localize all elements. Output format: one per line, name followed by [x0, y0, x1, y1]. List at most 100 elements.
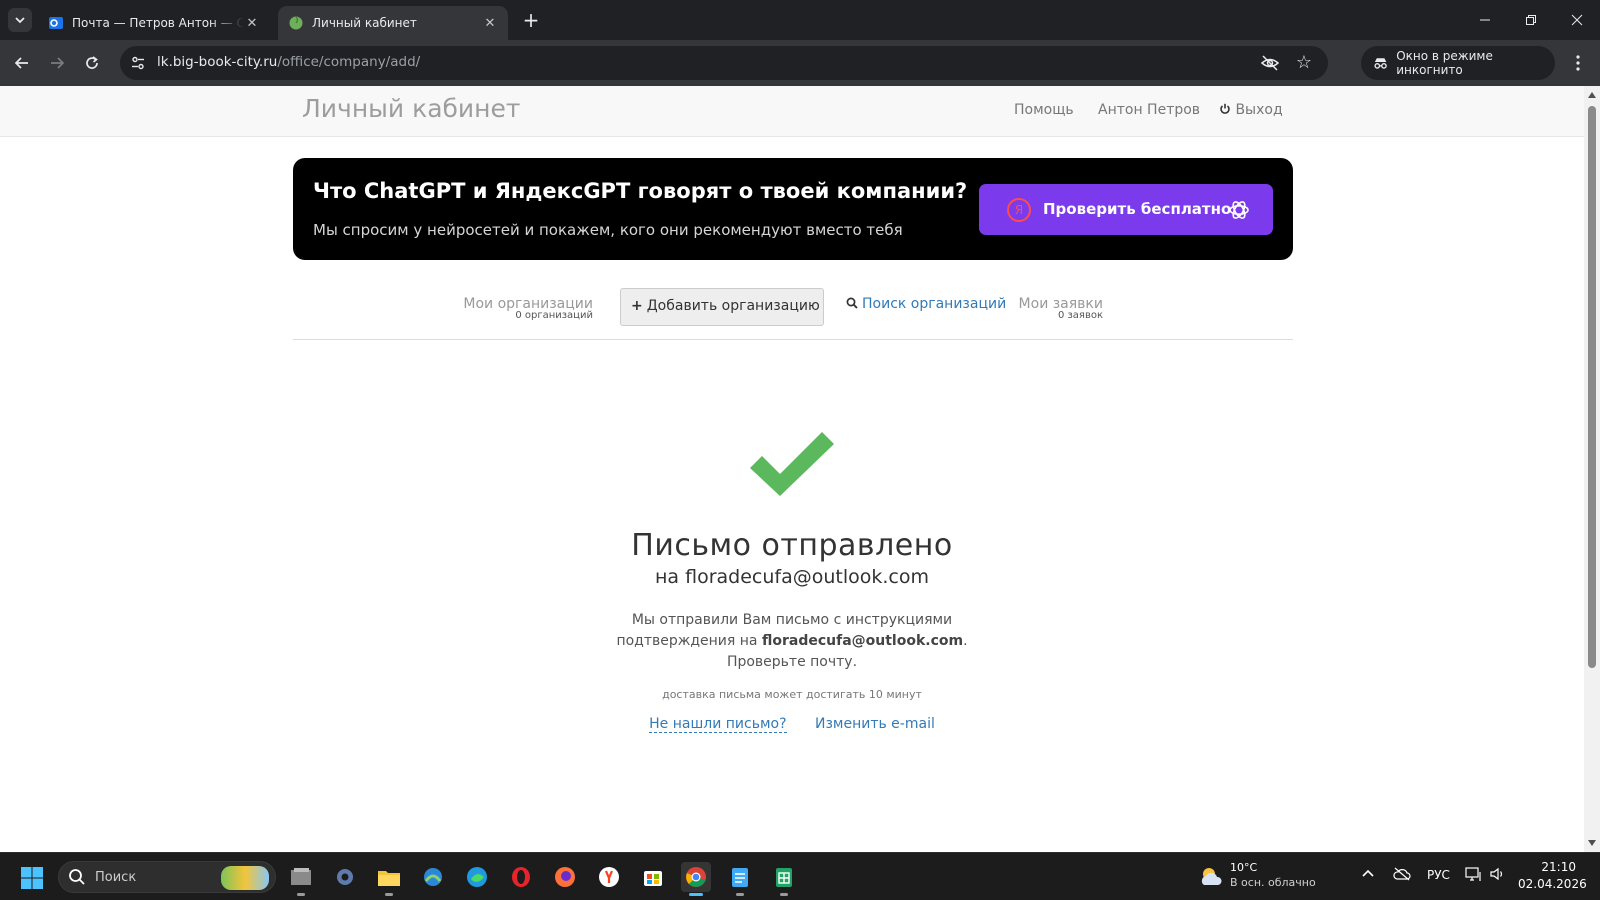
incognito-indicator[interactable]: Окно в режиме инкогнито	[1361, 46, 1555, 80]
taskbar-app-firefox[interactable]	[550, 862, 580, 892]
tab-search-organizations[interactable]: Поиск организаций	[846, 288, 1006, 326]
reload-button[interactable]	[80, 51, 104, 75]
change-email-link[interactable]: Изменить e-mail	[815, 716, 935, 732]
scroll-down-icon[interactable]	[1588, 840, 1596, 846]
incognito-icon	[1374, 58, 1387, 69]
new-tab-button[interactable]: +	[520, 8, 542, 32]
close-tab-icon[interactable]: ✕	[244, 15, 260, 31]
success-title: Письмо отправлено	[631, 528, 953, 563]
taskbar-app-yandex-browser[interactable]	[594, 862, 624, 892]
browser-toolbar: lk.big-book-city.ru/office/company/add/ …	[0, 40, 1600, 86]
tray-overflow-chevron-icon[interactable]	[1362, 867, 1374, 881]
chevron-down-icon	[15, 17, 25, 24]
check-free-label: Проверить бесплатно	[1043, 200, 1232, 218]
browser-tabstrip: Почта — Петров Антон — Outlook ✕ Личный …	[0, 0, 1600, 40]
taskbar-app-photos[interactable]	[418, 862, 448, 892]
back-button[interactable]	[10, 51, 34, 75]
taskbar-app-edge[interactable]	[462, 862, 492, 892]
brand-link[interactable]: Личный кабинет	[302, 94, 520, 123]
edge-icon	[467, 867, 487, 887]
site-info-icon[interactable]	[128, 53, 148, 73]
address-bar[interactable]: lk.big-book-city.ru/office/company/add/ …	[120, 46, 1328, 80]
reload-icon	[86, 56, 98, 69]
search-icon	[69, 869, 85, 885]
tab-label: Мои организации	[463, 296, 593, 312]
close-window-button[interactable]	[1554, 0, 1600, 40]
search-highlight-image	[221, 866, 269, 890]
scrollbar-thumb[interactable]	[1588, 106, 1596, 668]
weather-temperature[interactable]: 10°C	[1230, 861, 1257, 874]
folder-icon	[291, 868, 311, 885]
browser-tab-outlook[interactable]: Почта — Петров Антон — Outlook ✕	[38, 6, 270, 40]
promo-subtitle: Мы спросим у нейросетей и покажем, кого …	[313, 221, 903, 239]
chrome-icon	[686, 867, 706, 887]
taskbar-app-store[interactable]	[638, 862, 668, 892]
more-vert-icon	[1576, 55, 1580, 71]
org-tabs: Мои организации 0 организаций + Добавить …	[293, 288, 1293, 340]
tab-title: Личный кабинет	[312, 16, 417, 30]
network-icon[interactable]	[1465, 867, 1483, 886]
gear-icon	[337, 869, 353, 885]
url-text[interactable]: lk.big-book-city.ru/office/company/add/	[157, 54, 420, 70]
bookmark-star-icon[interactable]: ☆	[1296, 52, 1312, 73]
nav-user-link[interactable]: Антон Петров	[1098, 102, 1200, 118]
logout-label: Выход	[1235, 102, 1283, 118]
clock-date[interactable]: 02.04.2026	[1518, 877, 1587, 891]
tab-title: Почта — Петров Антон — Outlook	[72, 16, 244, 30]
browser-tab-cabinet[interactable]: Личный кабинет ✕	[278, 6, 508, 40]
nav-help-link[interactable]: Помощь	[1014, 102, 1074, 118]
not-found-email-link[interactable]: Не нашли письмо?	[649, 716, 787, 733]
forward-button[interactable]	[45, 51, 69, 75]
tab-my-requests[interactable]: Мои заявки 0 заявок	[1013, 288, 1103, 326]
minimize-button[interactable]	[1462, 0, 1508, 40]
photos-icon	[424, 868, 442, 886]
taskbar-app-settings[interactable]	[330, 862, 360, 892]
windows-taskbar: Поиск 10°C В осн. облачно РУС 21:10 02.0…	[0, 852, 1600, 900]
spreadsheet-icon	[776, 868, 792, 887]
page-scrollbar[interactable]	[1584, 86, 1600, 852]
clock-time[interactable]: 21:10	[1530, 860, 1576, 874]
cloud-off-icon[interactable]	[1393, 867, 1411, 884]
opera-icon	[512, 867, 530, 887]
site-favicon-icon	[289, 16, 303, 30]
search-icon	[846, 297, 858, 309]
outlook-icon	[49, 17, 63, 29]
yandex-browser-icon	[599, 867, 619, 887]
check-free-button[interactable]: Я Проверить бесплатно	[979, 184, 1273, 235]
weather-cloud-icon[interactable]	[1198, 865, 1224, 889]
taskbar-app-spreadsheet[interactable]	[769, 862, 799, 896]
taskbar-app-chrome[interactable]	[681, 862, 711, 896]
plus-icon: +	[631, 298, 643, 314]
weather-description[interactable]: В осн. облачно	[1230, 876, 1316, 889]
taskbar-app-notepad[interactable]	[725, 862, 755, 896]
tab-search-button[interactable]	[8, 8, 32, 32]
restore-button[interactable]	[1508, 0, 1554, 40]
arrow-right-icon	[51, 57, 65, 69]
tab-add-organization[interactable]: + Добавить организацию	[620, 288, 824, 326]
minimize-icon	[1480, 19, 1490, 21]
search-placeholder: Поиск	[95, 870, 137, 885]
success-email-line: на floradecufa@outlook.com	[655, 566, 929, 588]
folder-icon	[378, 871, 400, 886]
scroll-up-icon[interactable]	[1588, 92, 1596, 98]
windows-start-icon[interactable]	[20, 866, 44, 890]
url-host: lk.big-book-city.ru	[157, 54, 278, 70]
web-page: Личный кабинет Помощь Антон Петров Выход…	[0, 86, 1584, 852]
eye-off-icon[interactable]	[1260, 53, 1280, 73]
restore-icon	[1526, 15, 1536, 25]
browser-menu-button[interactable]	[1566, 51, 1590, 75]
volume-icon[interactable]	[1490, 867, 1506, 884]
taskbar-app-file-explorer-alt[interactable]	[286, 862, 316, 896]
close-tab-icon[interactable]: ✕	[482, 15, 498, 31]
close-icon	[1571, 14, 1583, 26]
incognito-label: Окно в режиме инкогнито	[1396, 49, 1493, 77]
taskbar-app-opera[interactable]	[506, 862, 536, 892]
taskbar-search[interactable]: Поиск	[58, 861, 276, 893]
taskbar-app-file-explorer[interactable]	[374, 862, 404, 896]
tab-my-organizations[interactable]: Мои организации 0 организаций	[458, 288, 593, 326]
yandex-icon: Я	[1007, 198, 1031, 222]
ai-promo-banner: Что ChatGPT и ЯндексGPT говорят о твоей …	[293, 158, 1293, 260]
input-language[interactable]: РУС	[1427, 868, 1450, 882]
power-icon	[1220, 103, 1230, 114]
nav-logout-link[interactable]: Выход	[1219, 102, 1283, 118]
